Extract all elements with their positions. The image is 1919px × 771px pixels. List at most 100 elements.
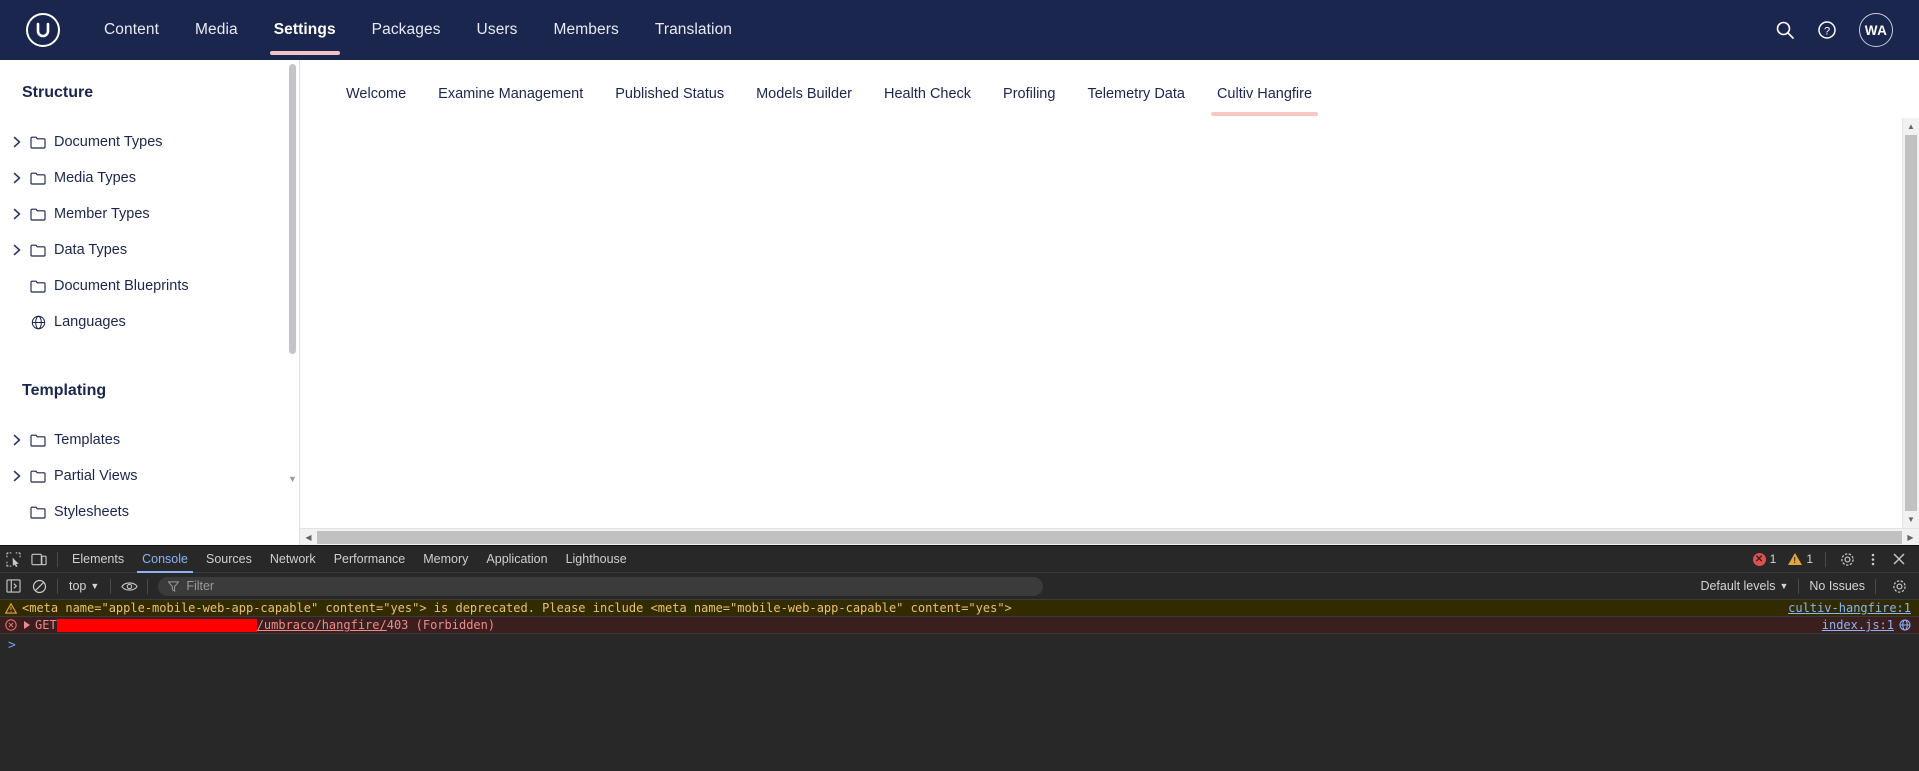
- tab-label: Examine Management: [438, 86, 584, 102]
- umbraco-logo[interactable]: [26, 13, 60, 47]
- devtools-tab-label: Performance: [333, 552, 406, 566]
- console-filter-input[interactable]: Filter: [158, 576, 1044, 596]
- chevron-right-icon[interactable]: [8, 434, 26, 446]
- network-request-icon[interactable]: [1899, 619, 1911, 631]
- sidebar-item-stylesheets[interactable]: Stylesheets: [0, 494, 299, 530]
- chevron-right-icon[interactable]: [8, 470, 26, 482]
- settings-dashboard-tabs: Welcome Examine Management Published Sta…: [300, 60, 1919, 118]
- tab-health-check[interactable]: Health Check: [868, 70, 987, 118]
- chevron-right-icon[interactable]: [8, 244, 26, 256]
- tab-label: Profiling: [1003, 86, 1056, 102]
- console-message-warning[interactable]: <meta name="apple-mobile-web-app-capable…: [0, 600, 1919, 617]
- warning-icon: [1788, 553, 1803, 565]
- error-count-badge[interactable]: ✕ 1: [1752, 552, 1776, 566]
- tab-telemetry-data[interactable]: Telemetry Data: [1071, 70, 1201, 118]
- console-message-text: GET /umbraco/hangfire/ 403 (Forbidden): [22, 618, 1919, 632]
- nav-item-translation[interactable]: Translation: [637, 0, 750, 60]
- source-link[interactable]: index.js:1: [1822, 618, 1894, 632]
- devtools-tab-memory[interactable]: Memory: [414, 546, 477, 573]
- sidebar-item-languages[interactable]: Languages: [0, 304, 299, 340]
- devtools-tab-console[interactable]: Console: [133, 546, 197, 573]
- sidebar-item-label: Languages: [54, 314, 126, 330]
- nav-item-members[interactable]: Members: [536, 0, 637, 60]
- tab-label: Telemetry Data: [1087, 86, 1185, 102]
- expand-triangle-icon[interactable]: [24, 621, 30, 629]
- filterbar-divider: [1875, 578, 1876, 594]
- console-message-error[interactable]: GET /umbraco/hangfire/ 403 (Forbidden) i…: [0, 617, 1919, 634]
- filterbar-divider: [1798, 578, 1800, 594]
- close-icon[interactable]: [1886, 546, 1912, 573]
- sidebar-item-document-types[interactable]: Document Types: [0, 124, 299, 160]
- console-prompt-row[interactable]: >: [0, 634, 1919, 656]
- scroll-left-arrow[interactable]: ◀: [300, 529, 317, 546]
- gear-icon[interactable]: [1834, 546, 1860, 573]
- folder-icon: [26, 279, 50, 293]
- search-icon[interactable]: [1775, 20, 1795, 40]
- filter-icon: [168, 580, 180, 592]
- devtools-toolbar-actions: ✕ 1 1: [1752, 546, 1919, 573]
- issues-indicator[interactable]: No Issues: [1809, 579, 1865, 593]
- live-expression-icon[interactable]: [116, 573, 142, 600]
- nav-item-packages[interactable]: Packages: [354, 0, 459, 60]
- source-link[interactable]: cultiv-hangfire:1: [1788, 601, 1911, 615]
- devtools-tab-performance[interactable]: Performance: [325, 546, 415, 573]
- tab-models-builder[interactable]: Models Builder: [740, 70, 868, 118]
- sidebar-item-label: Media Types: [54, 170, 136, 186]
- devtools-tab-network[interactable]: Network: [261, 546, 325, 573]
- nav-item-content[interactable]: Content: [86, 0, 177, 60]
- sidebar-item-templates[interactable]: Templates: [0, 422, 299, 458]
- sidebar-item-member-types[interactable]: Member Types: [0, 196, 299, 232]
- devtools-tab-sources[interactable]: Sources: [197, 546, 261, 573]
- clear-console-icon[interactable]: [26, 573, 52, 600]
- horizontal-scrollbar-thumb[interactable]: [317, 530, 1902, 544]
- request-url-path[interactable]: /umbraco/hangfire/: [257, 618, 387, 632]
- nav-item-settings[interactable]: Settings: [256, 0, 354, 60]
- scroll-down-arrow[interactable]: ▼: [1903, 511, 1919, 528]
- filterbar-divider: [110, 578, 112, 594]
- globe-icon: [26, 315, 50, 330]
- avatar[interactable]: WA: [1859, 13, 1893, 47]
- log-levels-selector[interactable]: Default levels ▼: [1700, 579, 1788, 593]
- devtools-tab-lighthouse[interactable]: Lighthouse: [557, 546, 636, 573]
- main-horizontal-scrollbar[interactable]: ◀ ▶: [300, 528, 1919, 545]
- tab-welcome[interactable]: Welcome: [330, 70, 422, 118]
- devtools-tab-application[interactable]: Application: [477, 546, 556, 573]
- sidebar-item-media-types[interactable]: Media Types: [0, 160, 299, 196]
- nav-item-media[interactable]: Media: [177, 0, 256, 60]
- console-sidebar-icon[interactable]: [0, 573, 26, 600]
- chevron-right-icon[interactable]: [8, 208, 26, 220]
- devtools-tab-elements[interactable]: Elements: [63, 546, 133, 573]
- console-filter-bar: top ▼ Filter Default levels ▼ No Issues: [0, 573, 1919, 600]
- chevron-right-icon[interactable]: [8, 172, 26, 184]
- main-vertical-scrollbar[interactable]: ▲ ▼: [1902, 118, 1919, 528]
- sidebar-item-label: Stylesheets: [54, 504, 129, 520]
- kebab-menu-icon[interactable]: [1860, 546, 1886, 573]
- console-message-list: <meta name="apple-mobile-web-app-capable…: [0, 600, 1919, 656]
- nav-label: Settings: [273, 21, 336, 38]
- tab-cultiv-hangfire[interactable]: Cultiv Hangfire: [1201, 70, 1328, 118]
- sidebar-scroll-down-arrow[interactable]: ▼: [288, 475, 297, 484]
- device-toolbar-icon[interactable]: [26, 546, 52, 573]
- sidebar-scrollbar-thumb[interactable]: [289, 64, 296, 354]
- avatar-initials: WA: [1864, 22, 1888, 38]
- sidebar-item-partial-views[interactable]: Partial Views: [0, 458, 299, 494]
- sidebar-item-data-types[interactable]: Data Types: [0, 232, 299, 268]
- gear-icon[interactable]: [1886, 573, 1912, 600]
- tab-published-status[interactable]: Published Status: [599, 70, 740, 118]
- tab-label: Models Builder: [756, 86, 852, 102]
- help-icon[interactable]: ?: [1817, 20, 1837, 40]
- scroll-up-arrow[interactable]: ▲: [1903, 118, 1919, 135]
- vertical-scrollbar-thumb[interactable]: [1905, 135, 1917, 511]
- folder-icon: [26, 469, 50, 483]
- chevron-right-icon[interactable]: [8, 136, 26, 148]
- execution-context-selector[interactable]: top ▼: [63, 577, 105, 596]
- sidebar-item-document-blueprints[interactable]: Document Blueprints: [0, 268, 299, 304]
- tab-examine-management[interactable]: Examine Management: [422, 70, 599, 118]
- nav-item-users[interactable]: Users: [459, 0, 536, 60]
- request-method: GET: [35, 618, 57, 632]
- inspect-element-icon[interactable]: [0, 546, 26, 573]
- scroll-right-arrow[interactable]: ▶: [1902, 529, 1919, 546]
- tab-profiling[interactable]: Profiling: [987, 70, 1071, 118]
- folder-icon: [26, 171, 50, 185]
- warning-count-badge[interactable]: 1: [1788, 552, 1813, 566]
